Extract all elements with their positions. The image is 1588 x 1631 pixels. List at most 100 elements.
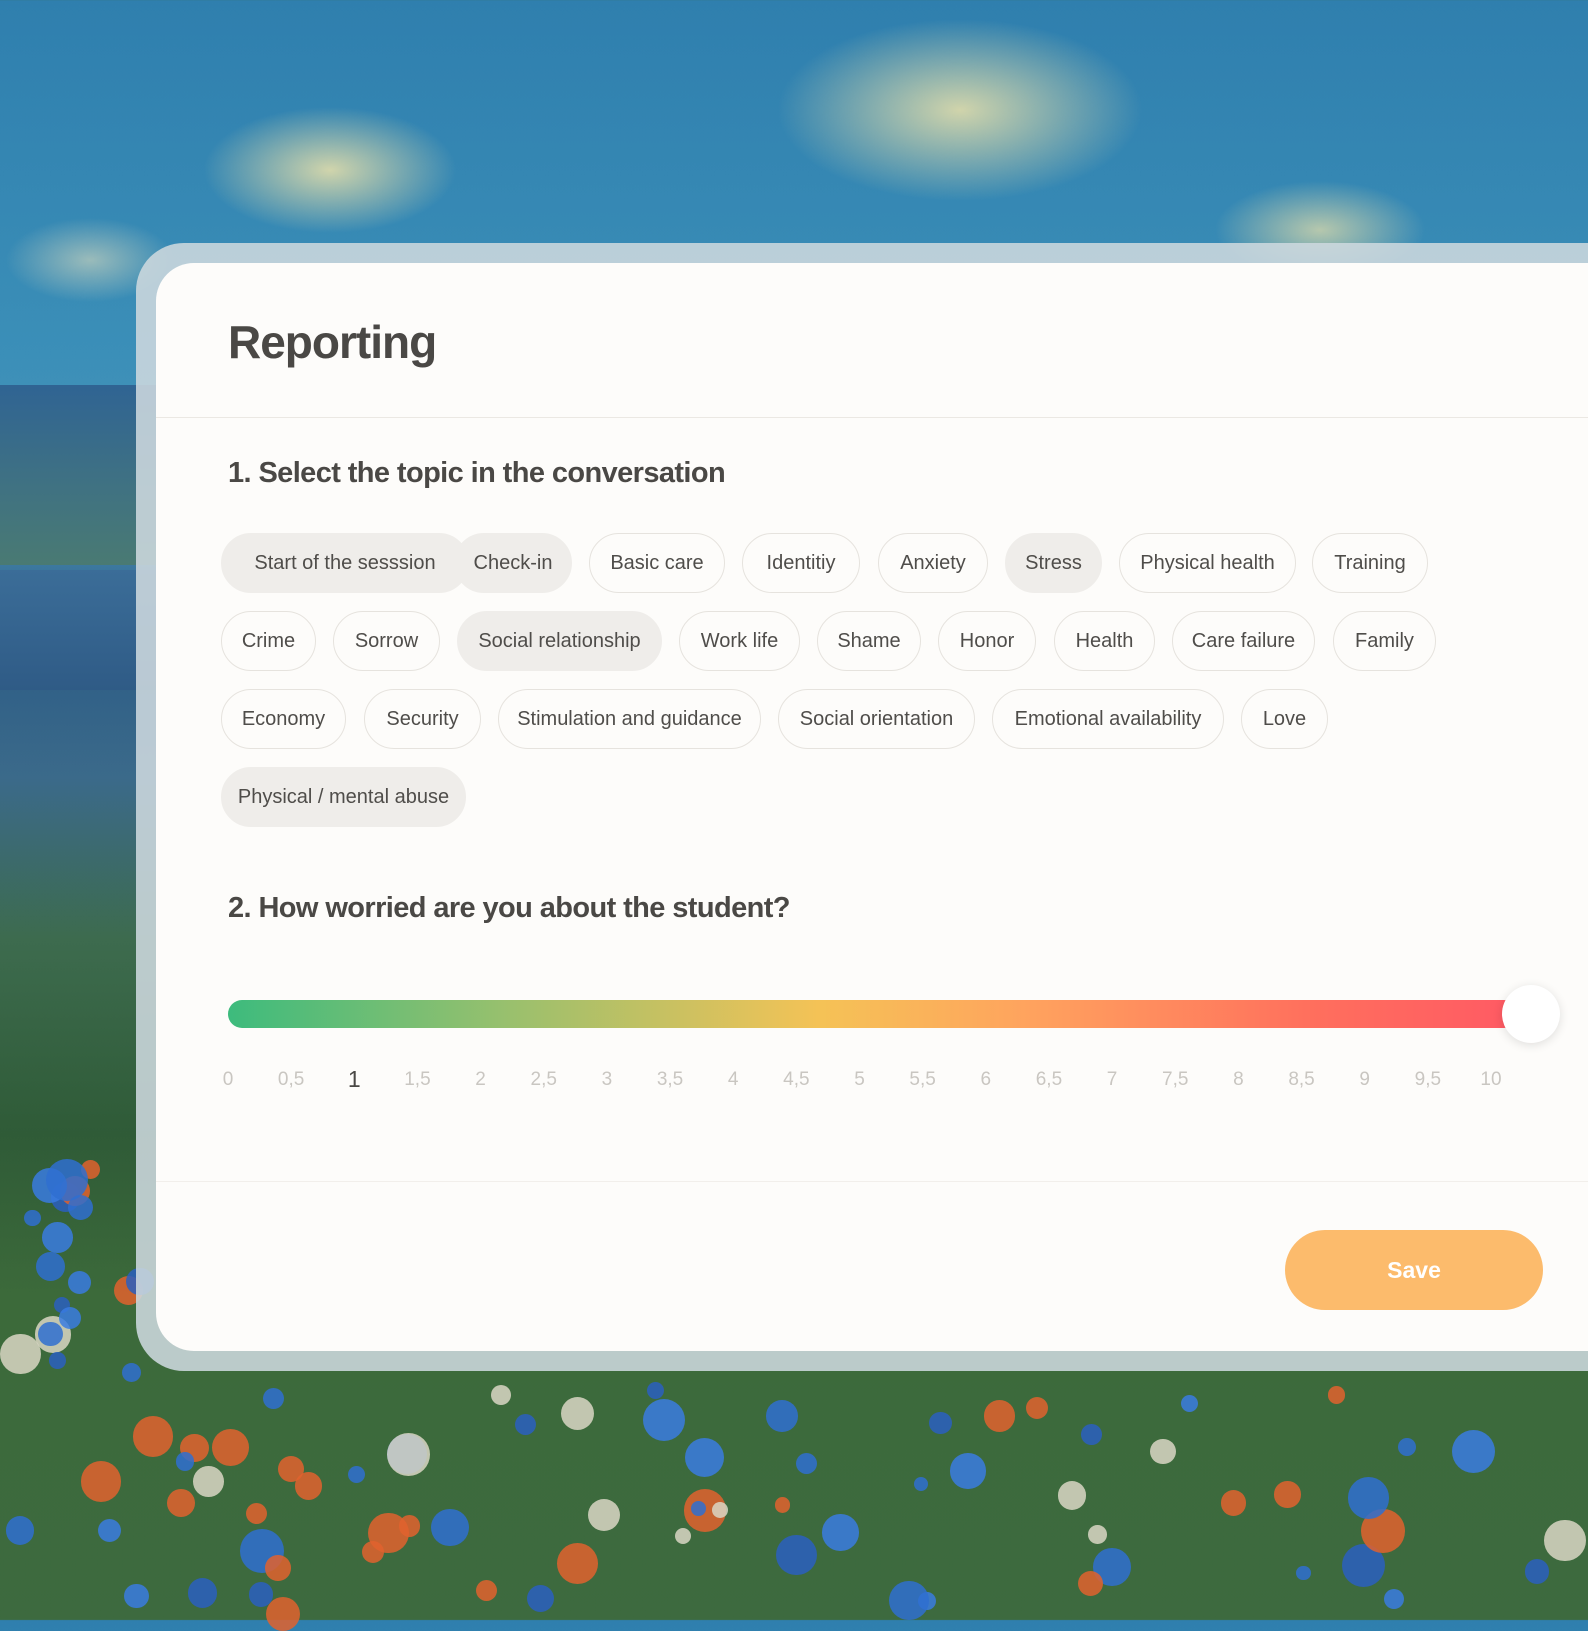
slider-tick-label: 3 bbox=[601, 1069, 613, 1090]
flower-shape bbox=[776, 1534, 817, 1576]
flower-shape bbox=[132, 1415, 174, 1457]
flower-shape bbox=[774, 1497, 791, 1513]
flower-shape bbox=[913, 1477, 928, 1492]
flower-shape bbox=[175, 1452, 195, 1471]
topic-chip[interactable]: Social orientation bbox=[778, 689, 975, 749]
flower-shape bbox=[1295, 1565, 1311, 1581]
flower-shape bbox=[1347, 1477, 1390, 1519]
slider-tick-label: 5,5 bbox=[909, 1069, 936, 1090]
flower-shape bbox=[476, 1579, 498, 1601]
flower-shape bbox=[42, 1222, 73, 1253]
slider-tick-label: 8,5 bbox=[1288, 1069, 1315, 1090]
page-title: Reporting bbox=[228, 316, 437, 368]
topic-chip[interactable]: Honor bbox=[938, 611, 1036, 671]
slider-tick-label: 6 bbox=[980, 1069, 992, 1090]
worry-slider-thumb[interactable] bbox=[1502, 985, 1560, 1043]
topic-chip[interactable]: Health bbox=[1054, 611, 1155, 671]
flower-shape bbox=[1181, 1394, 1199, 1412]
reporting-dialog: Reporting 1. Select the topic in the con… bbox=[156, 263, 1588, 1351]
worry-slider-track[interactable] bbox=[228, 1000, 1518, 1028]
slider-tick-label: 7,5 bbox=[1162, 1069, 1189, 1090]
topic-chip[interactable]: Social relationship bbox=[457, 611, 662, 671]
slider-tick-label: 4,5 bbox=[783, 1069, 810, 1090]
flower-shape bbox=[1025, 1396, 1049, 1420]
slider-tick-label: 0 bbox=[222, 1069, 234, 1090]
topics-section-title: 1. Select the topic in the conversation bbox=[228, 457, 726, 489]
topic-chip[interactable]: Sorrow bbox=[333, 611, 440, 671]
topic-chip[interactable]: Physical / mental abuse bbox=[221, 767, 466, 827]
flower-shape bbox=[560, 1396, 594, 1431]
dialog-header: Reporting bbox=[156, 263, 1588, 418]
save-button[interactable]: Save bbox=[1285, 1230, 1543, 1310]
flower-shape bbox=[263, 1388, 285, 1410]
topic-chip[interactable]: Work life bbox=[679, 611, 800, 671]
flower-shape bbox=[398, 1515, 421, 1537]
slider-tick-label: 8 bbox=[1233, 1069, 1244, 1090]
slider-tick-label: 9 bbox=[1359, 1069, 1370, 1090]
flower-shape bbox=[431, 1508, 469, 1547]
topic-chip[interactable]: Training bbox=[1312, 533, 1428, 593]
topic-chip[interactable]: Stimulation and guidance bbox=[498, 689, 761, 749]
flower-shape bbox=[167, 1489, 195, 1518]
topic-chip[interactable]: Physical health bbox=[1119, 533, 1296, 593]
flower-shape bbox=[49, 1352, 66, 1369]
flower-shape bbox=[1081, 1424, 1102, 1446]
flower-shape bbox=[795, 1452, 818, 1475]
flower-shape bbox=[361, 1541, 384, 1564]
flower-shape bbox=[1524, 1559, 1550, 1584]
flower-shape bbox=[67, 1194, 93, 1221]
topic-chip[interactable]: Family bbox=[1333, 611, 1436, 671]
flower-shape bbox=[212, 1429, 249, 1467]
flower-shape bbox=[674, 1527, 692, 1545]
footer-divider bbox=[156, 1181, 1588, 1182]
slider-tick-label: 9,5 bbox=[1414, 1069, 1442, 1090]
flower-shape bbox=[58, 1306, 82, 1330]
flower-shape bbox=[1220, 1490, 1247, 1517]
topic-chip[interactable]: Basic care bbox=[589, 533, 725, 593]
flower-shape bbox=[5, 1516, 35, 1545]
slider-tick-label: 0,5 bbox=[277, 1069, 305, 1090]
topic-chip[interactable]: Identitiy bbox=[742, 533, 860, 593]
flower-shape bbox=[98, 1518, 122, 1542]
flower-shape bbox=[24, 1209, 41, 1227]
flower-shape bbox=[0, 1333, 41, 1374]
flower-shape bbox=[889, 1581, 929, 1621]
topic-chip[interactable]: Start of the sesssion bbox=[221, 533, 469, 593]
flower-shape bbox=[1274, 1481, 1301, 1508]
flower-shape bbox=[193, 1465, 224, 1497]
flower-shape bbox=[515, 1413, 537, 1435]
topic-chip[interactable]: Stress bbox=[1005, 533, 1102, 593]
topic-chip[interactable]: Economy bbox=[221, 689, 346, 749]
flower-shape bbox=[124, 1583, 149, 1609]
flower-shape bbox=[711, 1501, 728, 1518]
flower-shape bbox=[246, 1503, 268, 1525]
flower-shape bbox=[1451, 1430, 1495, 1474]
flower-shape bbox=[983, 1400, 1016, 1432]
topic-chip[interactable]: Shame bbox=[817, 611, 921, 671]
slider-tick-label: 1 bbox=[347, 1066, 361, 1092]
topic-chip[interactable]: Check-in bbox=[454, 533, 572, 593]
flower-shape bbox=[1150, 1438, 1176, 1465]
flower-shape bbox=[67, 1270, 92, 1295]
slider-tick-label: 7 bbox=[1106, 1069, 1118, 1090]
slider-tick-label: 2 bbox=[475, 1069, 486, 1090]
flower-shape bbox=[187, 1577, 218, 1608]
topic-chip[interactable]: Crime bbox=[221, 611, 316, 671]
flower-shape bbox=[766, 1400, 799, 1433]
flower-shape bbox=[491, 1384, 512, 1405]
slider-tick-label: 4 bbox=[727, 1069, 739, 1090]
topic-chip[interactable]: Security bbox=[364, 689, 481, 749]
flower-shape bbox=[950, 1453, 986, 1489]
flower-shape bbox=[265, 1596, 300, 1631]
flower-shape bbox=[36, 1252, 66, 1282]
topic-chip[interactable]: Care failure bbox=[1172, 611, 1315, 671]
flower-shape bbox=[348, 1465, 366, 1483]
slider-tick-label: 2,5 bbox=[530, 1069, 557, 1090]
flower-shape bbox=[1327, 1386, 1346, 1405]
slider-tick-label: 10 bbox=[1480, 1069, 1502, 1090]
flower-shape bbox=[386, 1432, 431, 1477]
flower-shape bbox=[1077, 1570, 1104, 1597]
topic-chip[interactable]: Love bbox=[1241, 689, 1328, 749]
topic-chip[interactable]: Anxiety bbox=[878, 533, 988, 593]
topic-chip[interactable]: Emotional availability bbox=[992, 689, 1224, 749]
